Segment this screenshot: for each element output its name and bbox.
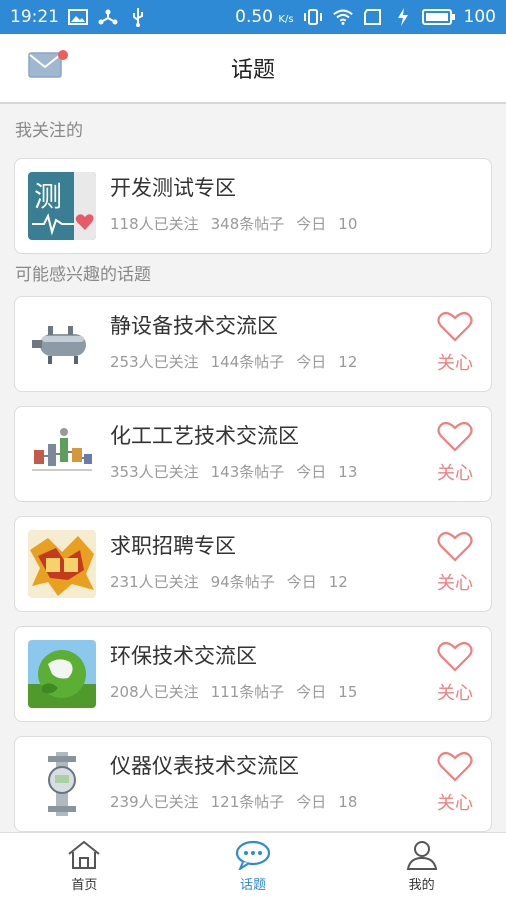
bottom-tab-bar: 首页 话题 我的 <box>0 832 506 900</box>
topic-followers: 231人已关注 <box>110 573 199 591</box>
heart-icon <box>437 641 473 672</box>
green-earth-image <box>28 640 96 708</box>
section-title-followed: 我关注的 <box>15 121 83 141</box>
topic-name: 求职招聘专区 <box>110 534 236 558</box>
network-speed-unit: K/s <box>278 14 294 25</box>
tab-topics-label: 话题 <box>240 878 267 893</box>
notification-dot <box>58 50 68 60</box>
follow-label: 关心 <box>437 683 473 704</box>
follow-button[interactable]: 关心 <box>433 311 477 375</box>
topic-today-count: 12 <box>338 353 358 371</box>
share-icon <box>97 6 119 28</box>
topic-card[interactable]: 化工工艺技术交流区 353人已关注 143条帖子 今日 13 关心 <box>14 406 492 502</box>
battery-level: 100 <box>463 7 496 27</box>
topic-name: 化工工艺技术交流区 <box>110 424 299 448</box>
topic-today-count: 13 <box>338 463 358 481</box>
follow-button[interactable]: 关心 <box>433 751 477 815</box>
topic-name: 开发测试专区 <box>110 176 236 200</box>
tab-topics[interactable]: 话题 <box>169 833 338 900</box>
process-flow-image <box>28 420 96 488</box>
topic-today-label: 今日 <box>296 463 327 481</box>
vibrate-icon <box>302 6 324 28</box>
topic-today-label: 今日 <box>296 683 327 701</box>
tab-mine[interactable]: 我的 <box>337 833 506 900</box>
topic-followers: 208人已关注 <box>110 683 199 701</box>
follow-button[interactable]: 关心 <box>433 531 477 595</box>
topic-today-count: 10 <box>338 215 358 233</box>
chat-bubble-icon <box>235 840 271 870</box>
topic-card[interactable]: 环保技术交流区 208人已关注 111条帖子 今日 15 关心 <box>14 626 492 722</box>
no-sim-icon <box>362 6 384 28</box>
topic-today-label: 今日 <box>296 215 327 233</box>
topic-card[interactable]: 静设备技术交流区 253人已关注 144条帖子 今日 12 关心 <box>14 296 492 392</box>
topic-card[interactable]: 求职招聘专区 231人已关注 94条帖子 今日 12 关心 <box>14 516 492 612</box>
follow-label: 关心 <box>437 463 473 484</box>
messages-button[interactable] <box>28 50 68 82</box>
follow-button[interactable]: 关心 <box>433 421 477 485</box>
tab-home[interactable]: 首页 <box>0 833 169 900</box>
usb-icon <box>127 6 149 28</box>
topic-list[interactable]: 我关注的 测 开发测试专区 118人已关注 348条帖子 今日 10 可能感兴趣的话题 <box>0 104 506 832</box>
flowmeter-image <box>28 750 96 818</box>
follow-label: 关心 <box>437 353 473 374</box>
topic-followers: 118人已关注 <box>110 215 199 233</box>
topic-today-count: 15 <box>338 683 358 701</box>
recruitment-image <box>28 530 96 598</box>
page-title: 话题 <box>230 58 275 83</box>
status-bar: 19:21 0.50 K/s 100 <box>0 0 506 34</box>
topic-posts: 144条帖子 <box>210 353 285 371</box>
heart-icon <box>437 421 473 452</box>
pressure-vessel-image <box>28 310 96 378</box>
topic-name: 仪器仪表技术交流区 <box>110 754 299 778</box>
heart-icon <box>437 751 473 782</box>
svg-text:测: 测 <box>34 180 62 213</box>
charging-icon <box>392 6 414 28</box>
topic-posts: 143条帖子 <box>210 463 285 481</box>
follow-label: 关心 <box>437 793 473 814</box>
topic-today-count: 18 <box>338 793 358 811</box>
topic-today-count: 12 <box>328 573 348 591</box>
topic-posts: 94条帖子 <box>210 573 275 591</box>
topic-posts: 111条帖子 <box>210 683 285 701</box>
app-bar: 话题 <box>0 34 506 104</box>
topic-followers: 239人已关注 <box>110 793 199 811</box>
follow-button[interactable]: 关心 <box>433 641 477 705</box>
topic-name: 环保技术交流区 <box>110 644 257 668</box>
topic-followers: 253人已关注 <box>110 353 199 371</box>
topic-posts: 348条帖子 <box>210 215 285 233</box>
mail-icon <box>28 52 62 78</box>
tab-home-label: 首页 <box>71 878 98 893</box>
user-icon <box>406 841 437 870</box>
topic-today-label: 今日 <box>296 793 327 811</box>
topic-today-label: 今日 <box>296 353 327 371</box>
topic-followers: 353人已关注 <box>110 463 199 481</box>
section-title-suggested: 可能感兴趣的话题 <box>15 265 151 285</box>
topic-card[interactable]: 测 开发测试专区 118人已关注 348条帖子 今日 10 <box>14 158 492 254</box>
wifi-icon <box>332 6 354 28</box>
home-icon <box>68 840 100 869</box>
test-logo-icon: 测 <box>28 172 96 240</box>
battery-icon <box>421 6 456 28</box>
follow-label: 关心 <box>437 573 473 594</box>
topic-card[interactable]: 仪器仪表技术交流区 239人已关注 121条帖子 今日 18 关心 <box>14 736 492 832</box>
image-icon <box>67 6 89 28</box>
network-speed: 0.50 <box>235 7 273 27</box>
topic-posts: 121条帖子 <box>210 793 285 811</box>
status-time: 19:21 <box>10 7 59 27</box>
topic-name: 静设备技术交流区 <box>110 314 278 338</box>
heart-icon <box>437 531 473 562</box>
tab-mine-label: 我的 <box>408 878 435 893</box>
heart-icon <box>437 311 473 342</box>
topic-today-label: 今日 <box>286 573 317 591</box>
